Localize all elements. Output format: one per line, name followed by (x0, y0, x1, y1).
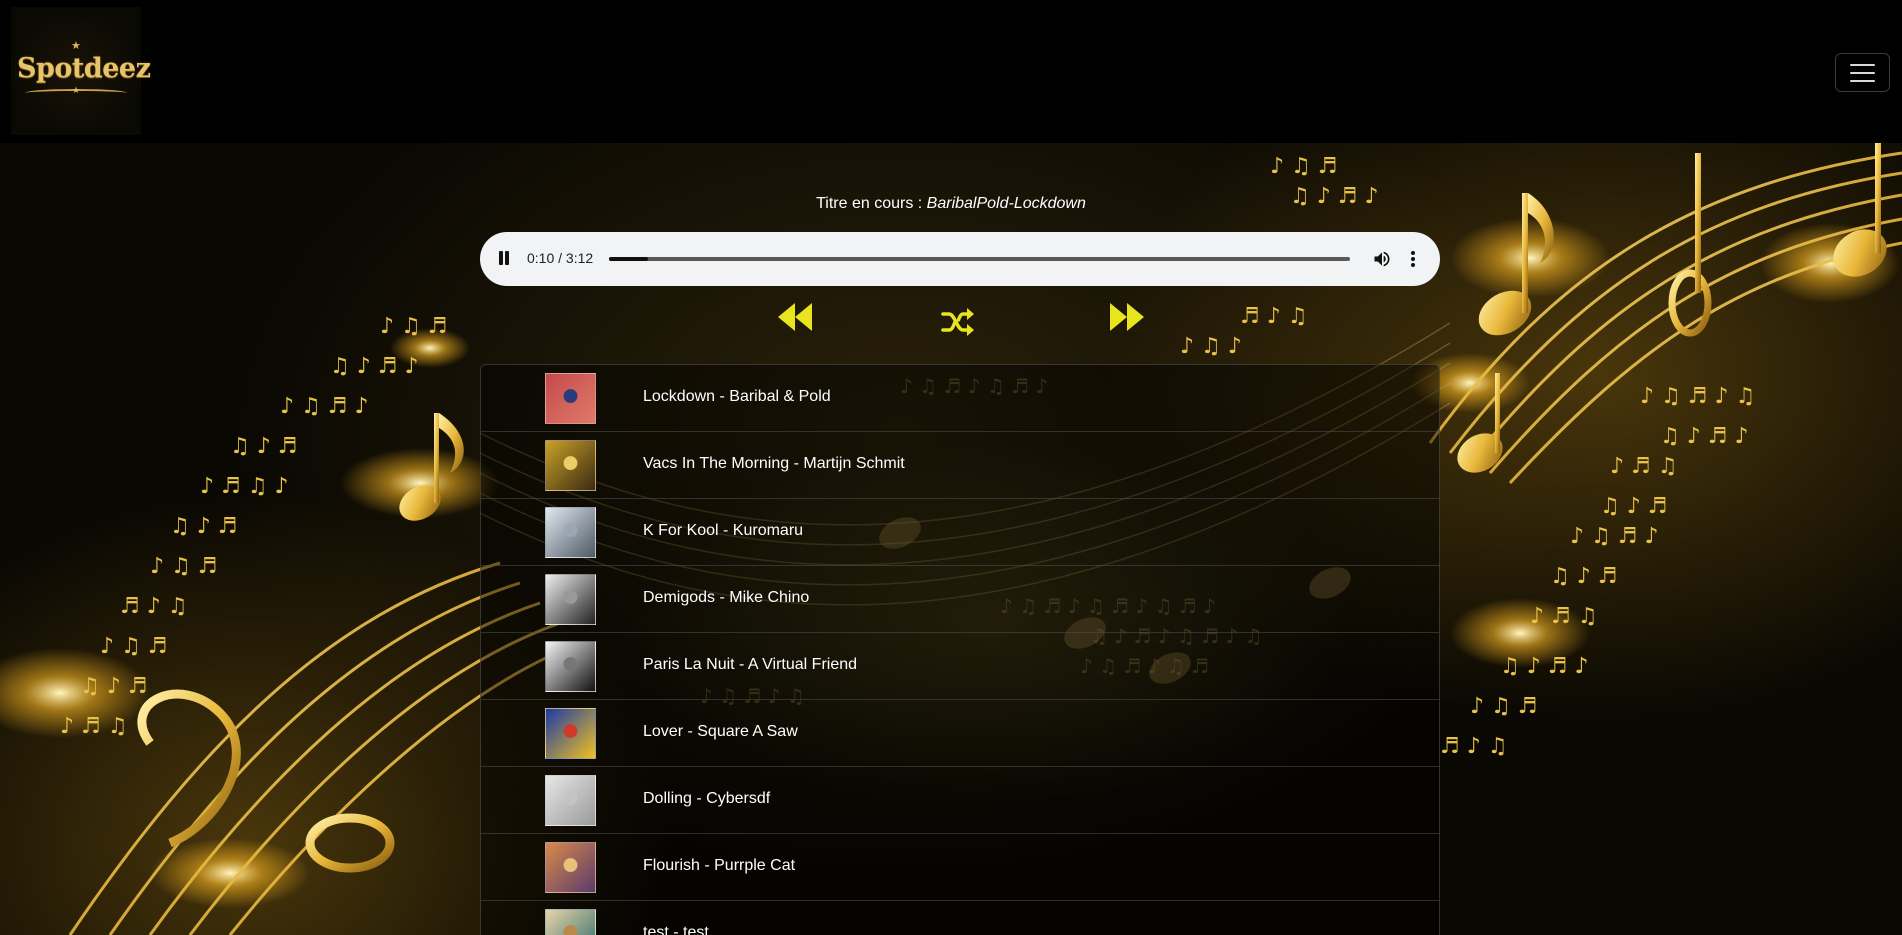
now-playing-track: BaribalPold-Lockdown (926, 195, 1086, 212)
album-cover (545, 507, 596, 558)
playlist-item[interactable]: Vacs In The Morning - Martijn Schmit (481, 432, 1439, 499)
track-label: Paris La Nuit - A Virtual Friend (643, 656, 858, 673)
svg-text:♪ ♫ ♬ ♪ ♫: ♪ ♫ ♬ ♪ ♫ (1640, 384, 1755, 409)
audio-player[interactable]: 0:10 / 3:12 (480, 232, 1440, 286)
album-cover (545, 641, 596, 692)
album-cover (545, 842, 596, 893)
svg-text:♪ ♫ ♬: ♪ ♫ ♬ (1270, 154, 1337, 179)
shuffle-icon[interactable] (941, 306, 975, 338)
hamburger-menu-icon[interactable] (1835, 53, 1890, 92)
playlist-item[interactable]: Dolling - Cybersdf (481, 767, 1439, 834)
svg-text:♫ ♪ ♬: ♫ ♪ ♬ (170, 514, 237, 539)
svg-text:♪ ♬ ♫ ♪: ♪ ♬ ♫ ♪ (200, 474, 289, 499)
track-label: Lover - Square A Saw (643, 723, 798, 740)
svg-text:♫ ♪ ♬: ♫ ♪ ♬ (1550, 564, 1617, 589)
brand-logo[interactable]: ★ Spotdeez ★ (11, 7, 151, 135)
track-label: K For Kool - Kuromaru (643, 522, 804, 539)
album-cover (545, 708, 596, 759)
svg-text:♫ ♪ ♬ ♪: ♫ ♪ ♬ ♪ (1660, 424, 1749, 449)
svg-text:♪ ♫ ♬ ♪: ♪ ♫ ♬ ♪ (1570, 524, 1659, 549)
playlist-item[interactable]: Flourish - Purrple Cat (481, 834, 1439, 901)
playlist: Lockdown - Baribal & Pold Vacs In The Mor… (480, 364, 1440, 935)
track-label: Vacs In The Morning - Martijn Schmit (643, 455, 905, 472)
progress-fill (609, 257, 649, 261)
progress-bar[interactable] (609, 257, 1350, 261)
logo-text: Spotdeez (17, 53, 151, 84)
playlist-item[interactable]: Demigods - Mike Chino (481, 566, 1439, 633)
svg-text:♬ ♪ ♫: ♬ ♪ ♫ (1240, 304, 1307, 329)
svg-text:♪ ♬ ♫: ♪ ♬ ♫ (1610, 454, 1677, 479)
album-cover (545, 909, 596, 935)
navbar: ★ Spotdeez ★ (0, 0, 1902, 143)
track-label: Flourish - Purrple Cat (643, 857, 796, 874)
svg-text:♪ ♫ ♬: ♪ ♫ ♬ (380, 314, 447, 339)
svg-text:♪ ♬ ♫: ♪ ♬ ♫ (1530, 604, 1597, 629)
playlist-item[interactable]: Lockdown - Baribal & Pold (481, 365, 1439, 432)
album-cover (545, 440, 596, 491)
volume-icon[interactable] (1372, 249, 1392, 269)
svg-text:♪ ♫ ♬: ♪ ♫ ♬ (100, 634, 167, 659)
track-label: Lockdown - Baribal & Pold (643, 388, 831, 405)
svg-text:♫ ♪ ♬: ♫ ♪ ♬ (230, 434, 297, 459)
album-cover (545, 775, 596, 826)
svg-text:♪ ♫ ♬: ♪ ♫ ♬ (1470, 694, 1537, 719)
now-playing-prefix: Titre en cours : (816, 195, 927, 212)
svg-text:♪ ♫ ♬ ♪: ♪ ♫ ♬ ♪ (280, 394, 369, 419)
pause-icon[interactable] (498, 251, 510, 267)
track-label: Demigods - Mike Chino (643, 589, 810, 606)
album-cover (545, 373, 596, 424)
svg-text:♪ ♫ ♪: ♪ ♫ ♪ (1180, 334, 1242, 359)
album-cover (545, 574, 596, 625)
svg-text:♬ ♪ ♫: ♬ ♪ ♫ (120, 594, 187, 619)
star-icon: ★ (72, 85, 81, 95)
star-icon: ★ (71, 40, 81, 52)
svg-text:♫ ♪ ♬: ♫ ♪ ♬ (80, 674, 147, 699)
svg-text:♪ ♬ ♫: ♪ ♬ ♫ (60, 714, 127, 739)
now-playing-title: Titre en cours : BaribalPold-Lockdown (0, 195, 1902, 213)
svg-text:♫ ♪ ♬ ♪: ♫ ♪ ♬ ♪ (1500, 654, 1589, 679)
next-icon[interactable] (1106, 300, 1146, 334)
playlist-item[interactable]: K For Kool - Kuromaru (481, 499, 1439, 566)
logo-mark: ★ Spotdeez ★ (17, 40, 151, 101)
svg-text:♫ ♪ ♬ ♪: ♫ ♪ ♬ ♪ (330, 354, 419, 379)
svg-text:♬ ♪ ♫: ♬ ♪ ♫ (1440, 734, 1507, 759)
playback-time: 0:10 / 3:12 (527, 250, 594, 266)
track-label: Dolling - Cybersdf (643, 790, 771, 807)
playlist-item[interactable]: Lover - Square A Saw (481, 700, 1439, 767)
track-label: test - test (643, 924, 709, 935)
playlist-item[interactable]: test - test (481, 901, 1439, 935)
svg-text:♪ ♫ ♬: ♪ ♫ ♬ (150, 554, 217, 579)
playlist-item[interactable]: Paris La Nuit - A Virtual Friend (481, 633, 1439, 700)
svg-text:♫ ♪ ♬: ♫ ♪ ♬ (1600, 494, 1667, 519)
previous-icon[interactable] (776, 300, 816, 334)
more-vertical-icon[interactable] (1408, 249, 1418, 269)
